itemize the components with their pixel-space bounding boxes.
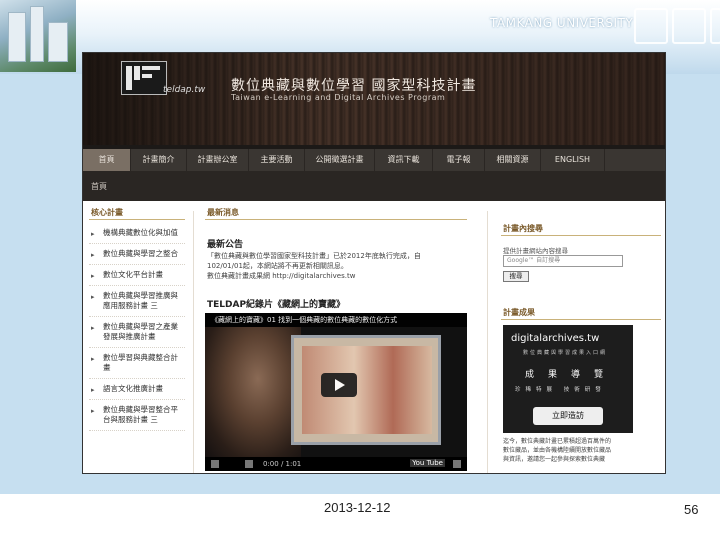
nav-home[interactable]: 首頁 bbox=[83, 149, 131, 171]
search-button[interactable]: 搜尋 bbox=[503, 271, 529, 282]
volume-icon[interactable] bbox=[245, 460, 253, 468]
news-line: 102/01/01起，本網站將不再更新相關訊息。 bbox=[207, 262, 348, 270]
breadcrumb-bar: 首頁 bbox=[83, 171, 665, 201]
youtube-logo[interactable]: You Tube bbox=[410, 459, 445, 467]
card-subtitle: 數位典藏與學習成果入口網 bbox=[523, 350, 608, 356]
search-label: 提供計畫網站內容搜尋 bbox=[503, 247, 568, 255]
header-deco-square bbox=[634, 8, 668, 44]
nav-about[interactable]: 計畫簡介 bbox=[131, 149, 187, 171]
results-line: 與資訊，邀請您一起參與探索數位典藏 bbox=[503, 456, 606, 463]
news-section-title: 最新消息 bbox=[207, 208, 239, 217]
nav-office[interactable]: 計畫辦公室 bbox=[187, 149, 249, 171]
slide-date: 2013-12-12 bbox=[324, 500, 391, 515]
teldap-logo-icon bbox=[121, 61, 167, 95]
nav-resources[interactable]: 相關資源 bbox=[485, 149, 541, 171]
header-deco-square bbox=[710, 8, 720, 44]
video-caption[interactable]: 《藏網上的寶藏》01 找到一個典藏的數位典藏的數位化方式 bbox=[211, 315, 397, 325]
results-line: 數位藏品，並由各機構陸續開放數位藏品 bbox=[503, 447, 612, 454]
list-item[interactable]: 數位典藏與學習整合平台與服務計畫 三 bbox=[89, 400, 185, 431]
breadcrumb[interactable]: 首頁 bbox=[91, 181, 107, 192]
divider bbox=[205, 219, 467, 220]
divider bbox=[501, 319, 661, 320]
divider bbox=[89, 219, 185, 220]
header-deco-square bbox=[672, 8, 706, 44]
news-headline[interactable]: 最新公告 bbox=[207, 237, 243, 250]
university-name: TAMKANG UNIVERSITY bbox=[490, 16, 634, 30]
visit-button[interactable]: 立即造訪 bbox=[533, 407, 603, 425]
core-projects-title: 核心計畫 bbox=[91, 208, 123, 217]
list-item[interactable]: 機構典藏數位化與加值 bbox=[89, 223, 185, 244]
play-icon[interactable] bbox=[321, 373, 357, 397]
divider bbox=[487, 211, 488, 473]
digitalarchives-banner[interactable]: digitalarchives.tw 數位典藏與學習成果入口網 成果導覽 珍稀特… bbox=[503, 325, 633, 433]
nav-english[interactable]: ENGLISH bbox=[541, 149, 605, 171]
video-player[interactable]: 《藏網上的寶藏》01 找到一個典藏的數位典藏的數位化方式 0:00 / 1:01… bbox=[205, 313, 467, 471]
card-heading: 成果導覽 bbox=[525, 370, 618, 380]
list-item[interactable]: 數位學習與典藏整合計畫 bbox=[89, 348, 185, 379]
results-title: 計畫成果 bbox=[503, 308, 535, 317]
search-input[interactable]: Google™ 自訂搜尋 bbox=[503, 255, 623, 267]
list-item[interactable]: 數位典藏與學習推廣與應用服務計畫 三 bbox=[89, 286, 185, 317]
video-person-frame bbox=[205, 327, 301, 457]
nav-events[interactable]: 主要活動 bbox=[249, 149, 305, 171]
list-item[interactable]: 語言文化推廣計畫 bbox=[89, 379, 185, 400]
list-item[interactable]: 數位文化平台計畫 bbox=[89, 265, 185, 286]
site-banner: teldap.tw 數位典藏與數位學習 國家型科技計畫 Taiwan e-Lea… bbox=[83, 53, 665, 145]
site-subtitle: Taiwan e-Learning and Digital Archives P… bbox=[231, 93, 446, 102]
news-body: 「數位典藏與數位學習國家型科技計畫」已於2012年底執行完成，自 102/01/… bbox=[207, 251, 447, 281]
core-project-list: 機構典藏數位化與加值 數位典藏與學習之整合 數位文化平台計畫 數位典藏與學習推廣… bbox=[89, 223, 185, 431]
main-nav: 首頁 計畫簡介 計畫辦公室 主要活動 公開徵選計畫 資訊下載 電子報 相關資源 … bbox=[83, 149, 665, 171]
website-screenshot: teldap.tw 數位典藏與數位學習 國家型科技計畫 Taiwan e-Lea… bbox=[82, 52, 666, 474]
logo-text: teldap.tw bbox=[163, 85, 206, 95]
fullscreen-icon[interactable] bbox=[453, 460, 461, 468]
results-line: 迄今，數位典藏計畫已累積超過百萬件的 bbox=[503, 438, 612, 445]
video-monitor bbox=[291, 335, 441, 445]
site-title: 數位典藏與數位學習 國家型科技計畫 bbox=[231, 78, 477, 94]
divider bbox=[193, 211, 194, 473]
pause-icon[interactable] bbox=[211, 460, 219, 468]
search-title: 計畫內搜尋 bbox=[503, 224, 543, 233]
digitalarchives-logo: digitalarchives.tw bbox=[511, 333, 600, 344]
video-title-bar: 《藏網上的寶藏》01 找到一個典藏的數位典藏的數位化方式 bbox=[205, 313, 467, 327]
news-link[interactable]: 數位典藏計畫成果網 http://digitalarchives.tw bbox=[207, 271, 447, 281]
list-item[interactable]: 數位典藏與學習之整合 bbox=[89, 244, 185, 265]
nav-downloads[interactable]: 資訊下載 bbox=[375, 149, 433, 171]
nav-open-call[interactable]: 公開徵選計畫 bbox=[305, 149, 375, 171]
news-line: 「數位典藏與數位學習國家型科技計畫」已於2012年底執行完成，自 bbox=[207, 252, 421, 260]
film-title: TELDAP紀錄片《藏網上的寶藏》 bbox=[207, 300, 346, 310]
card-categories: 珍稀特展 技術研發 bbox=[515, 387, 606, 393]
video-time: 0:00 / 1:01 bbox=[263, 460, 302, 468]
campus-photo bbox=[0, 0, 76, 72]
site-content: 核心計畫 機構典藏數位化與加值 數位典藏與學習之整合 數位文化平台計畫 數位典藏… bbox=[83, 201, 665, 473]
results-body: 迄今，數位典藏計畫已累積超過百萬件的 數位藏品，並由各機構陸續開放數位藏品 與資… bbox=[503, 437, 663, 464]
divider bbox=[501, 235, 661, 236]
video-controls: 0:00 / 1:01 You Tube bbox=[205, 457, 467, 471]
slide-page-number: 56 bbox=[684, 502, 699, 517]
list-item[interactable]: 數位典藏與學習之產業發展與推廣計畫 bbox=[89, 317, 185, 348]
nav-newsletter[interactable]: 電子報 bbox=[433, 149, 485, 171]
